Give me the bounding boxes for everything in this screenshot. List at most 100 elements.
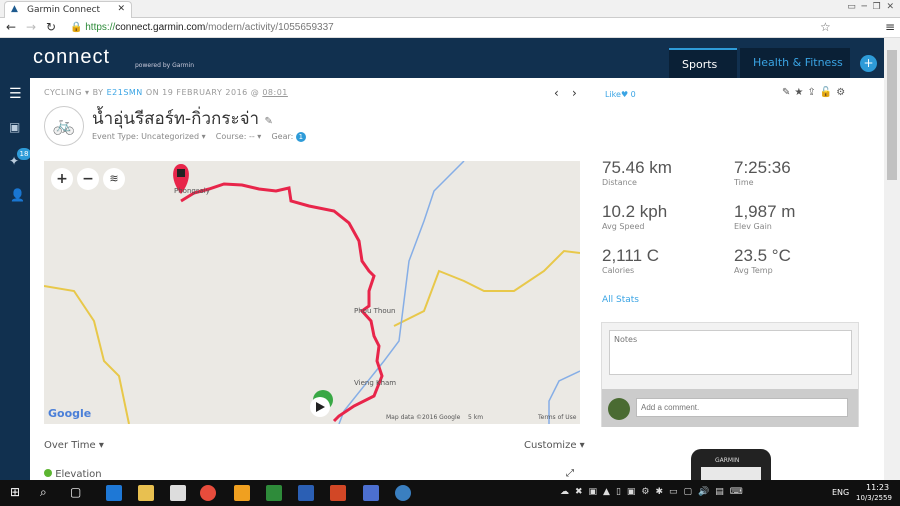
nav-sports[interactable]: Sports [669, 48, 737, 78]
lock-icon: 🔒 [70, 22, 83, 33]
user-link[interactable]: E21SMN [107, 88, 143, 97]
bookmark-star-icon[interactable]: ☆ [820, 20, 831, 34]
stat-temp-label: Avg Temp [734, 266, 773, 275]
all-stats-link[interactable]: All Stats [602, 295, 639, 305]
chrome-icon[interactable] [200, 485, 216, 501]
elevation-legend[interactable]: Elevation [44, 469, 102, 480]
map-attribution: Map data ©2016 Google [386, 414, 461, 421]
profile-icon[interactable]: 👤 [10, 188, 25, 202]
clock-time[interactable]: 11:23 [866, 483, 889, 492]
task-view-icon[interactable]: ▢ [70, 485, 81, 499]
over-time-dropdown[interactable]: Over Time ▾ [44, 440, 104, 451]
add-button[interactable]: + [860, 55, 877, 72]
app-header: connect powered by Garmin Sports Health … [0, 38, 884, 78]
like-label: Like [605, 90, 621, 99]
language-indicator[interactable]: ENG [832, 488, 849, 497]
route-map[interactable]: Phongsaly Phou Thoun Vieng Kham + − ≋ Go… [44, 161, 580, 424]
file-explorer-icon[interactable] [138, 485, 154, 501]
stat-calories-value: 2,111 C [602, 246, 660, 265]
taskbar: ⊞ ⌕ ▢ ☁✖▣▲▯▣⚙✱▭▢🔊▤⌨ ENG 11:23 10/3/2559 [0, 480, 900, 506]
hamburger-menu-icon[interactable]: ☰ [9, 86, 22, 102]
clock-date[interactable]: 10/3/2559 [856, 494, 892, 502]
customize-label: Customize [524, 440, 577, 451]
notification-badge: 18 [17, 148, 31, 160]
road-yellow-west [44, 285, 130, 424]
close-tab-icon[interactable]: ✕ [117, 4, 125, 14]
word-icon[interactable] [298, 485, 314, 501]
menu-icon[interactable]: ≡ [885, 20, 895, 34]
nav-health-fitness[interactable]: Health & Fitness [740, 48, 850, 78]
excel-icon[interactable] [266, 485, 282, 501]
prev-activity-icon[interactable]: ‹ [554, 86, 559, 100]
activity-actions: ✎★⇪🔓⚙ [782, 87, 849, 98]
road-yellow-east [393, 249, 580, 327]
gear-count-badge[interactable]: 1 [295, 132, 306, 142]
nav-health-label: Health & Fitness [753, 56, 843, 69]
edit-title-icon[interactable]: ✎ [265, 116, 273, 127]
like-button[interactable]: Like♥ 0 [605, 90, 636, 99]
sidebar: ☰ ▣ ✦ 18 👤 [0, 78, 31, 480]
garmin-express-icon[interactable] [395, 485, 411, 501]
privacy-lock-icon[interactable]: 🔓 [820, 87, 836, 98]
windows-start-icon[interactable]: ⊞ [10, 485, 20, 499]
over-time-label: Over Time [44, 440, 96, 451]
favorite-star-icon[interactable]: ★ [794, 87, 807, 98]
time-label[interactable]: 08:01 [262, 88, 288, 97]
like-count: 0 [630, 90, 636, 99]
activity-page: CYCLING ▾ BY E21SMN ON 19 FEBRUARY 2016 … [30, 78, 882, 489]
course-dropdown[interactable]: Course: -- [216, 132, 255, 141]
zoom-out-button[interactable]: − [77, 168, 99, 190]
settings-gear-icon[interactable]: ⚙ [836, 87, 849, 98]
elevation-dot-icon [44, 469, 52, 477]
layers-icon[interactable]: ≋ [103, 168, 125, 190]
reload-icon[interactable]: ↻ [46, 20, 56, 34]
stat-time-label: Time [734, 178, 754, 187]
inbox-icon[interactable]: ▣ [9, 120, 20, 134]
map-label-town: Vieng Kham [354, 379, 397, 387]
comment-row [602, 389, 858, 427]
url-path: /modern/activity/1055659337 [205, 22, 334, 33]
activity-type[interactable]: CYCLING [44, 88, 82, 97]
url-host: connect.garmin.com [115, 22, 206, 33]
route-line [180, 182, 384, 423]
next-activity-icon[interactable]: › [572, 86, 577, 100]
url-input[interactable]: 🔒 https://connect.garmin.com/modern/acti… [70, 20, 835, 36]
address-bar-row: ← → ↻ 🔒 https://connect.garmin.com/moder… [0, 18, 900, 38]
event-type-dropdown[interactable]: Event Type: Uncategorized [92, 132, 199, 141]
search-icon[interactable]: ⌕ [40, 485, 47, 500]
store-icon[interactable] [170, 485, 186, 501]
expand-icon[interactable]: ⤢ [566, 468, 574, 479]
back-icon[interactable]: ← [6, 20, 16, 34]
tab-title: Garmin Connect [27, 5, 101, 15]
share-icon[interactable]: ⇪ [807, 87, 819, 98]
customize-dropdown[interactable]: Customize ▾ [524, 440, 585, 451]
browser-tab[interactable]: ▲ Garmin Connect ✕ [4, 1, 132, 18]
terms-link[interactable]: Terms of Use [538, 414, 576, 421]
powerpoint-icon[interactable] [330, 485, 346, 501]
edge-icon[interactable] [106, 485, 122, 501]
stat-speed-label: Avg Speed [602, 222, 645, 231]
map-canvas[interactable] [44, 161, 580, 424]
browser-tab-bar: ▲ Garmin Connect ✕ ▭ ─ ❐ ✕ [0, 0, 900, 18]
date-label: ON 19 FEBRUARY 2016 @ [145, 88, 260, 97]
cycling-icon: 🚲 [44, 106, 84, 146]
app-icon[interactable] [363, 485, 379, 501]
notes-input[interactable] [609, 330, 852, 375]
stat-time-value: 7:25:36 [734, 158, 791, 177]
edit-icon[interactable]: ✎ [782, 87, 794, 98]
window-controls[interactable]: ▭ ─ ❐ ✕ [847, 2, 894, 12]
outlook-icon[interactable] [234, 485, 250, 501]
connect-logo[interactable]: connect [33, 46, 110, 69]
stat-elev-value: 1,987 m [734, 202, 796, 221]
avatar [608, 398, 630, 420]
gear-label[interactable]: Gear: [271, 132, 293, 141]
scrollbar[interactable] [884, 38, 900, 480]
device-brand: GARMIN [715, 457, 740, 464]
activity-meta: CYCLING ▾ BY E21SMN ON 19 FEBRUARY 2016 … [44, 88, 288, 97]
forward-icon[interactable]: → [26, 20, 36, 34]
system-tray-icons[interactable]: ☁✖▣▲▯▣⚙✱▭▢🔊▤⌨ [560, 487, 749, 497]
heart-icon: ♥ [620, 90, 629, 99]
scrollbar-thumb[interactable] [887, 50, 897, 180]
comment-input[interactable] [636, 398, 848, 417]
zoom-in-button[interactable]: + [51, 168, 73, 190]
